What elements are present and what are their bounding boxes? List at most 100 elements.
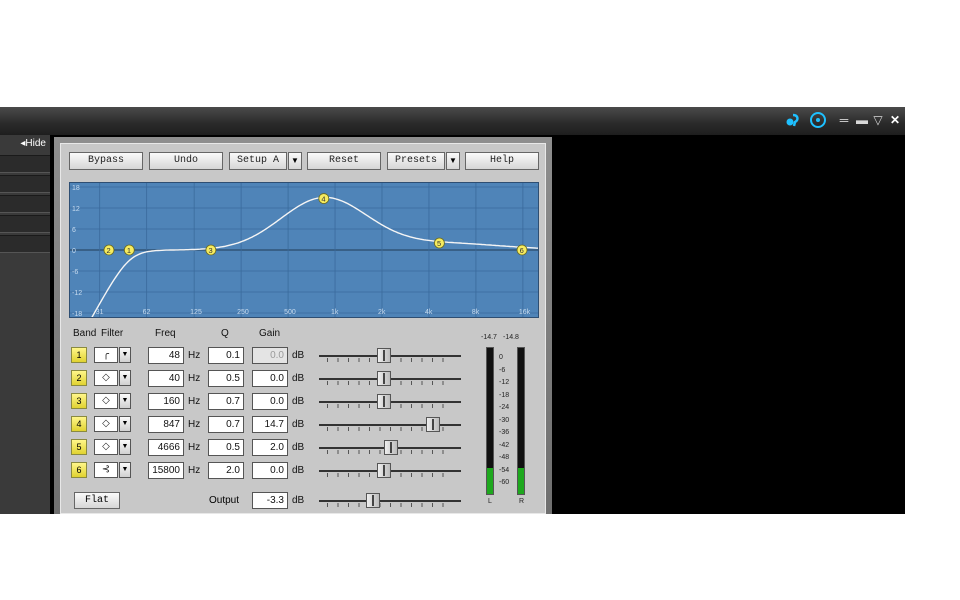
presets-dropdown-arrow[interactable]: ▼ bbox=[446, 152, 460, 170]
graph-x-tick: 2k bbox=[378, 309, 386, 316]
band-2-button[interactable]: 2 bbox=[71, 370, 87, 386]
band-5-freq-input[interactable]: 4666 bbox=[148, 439, 184, 456]
band-4-q-input[interactable]: 0.7 bbox=[208, 416, 244, 433]
band-3-freq-input[interactable]: 160 bbox=[148, 393, 184, 410]
band-5-q-input[interactable]: 0.5 bbox=[208, 439, 244, 456]
band-6-filter-dropdown[interactable]: ▼ bbox=[119, 462, 131, 478]
slider-thumb[interactable] bbox=[377, 348, 391, 363]
audio-logo-icon[interactable] bbox=[785, 112, 801, 128]
help-button[interactable]: Help bbox=[465, 152, 539, 170]
band-4-marker[interactable]: 4 bbox=[318, 193, 330, 204]
undo-button[interactable]: Undo bbox=[149, 152, 223, 170]
flat-button[interactable]: Flat bbox=[74, 492, 120, 509]
setup-select[interactable]: Setup A bbox=[229, 152, 287, 170]
band-4-button[interactable]: 4 bbox=[71, 416, 87, 432]
slider-thumb[interactable] bbox=[377, 463, 391, 478]
menu-icon[interactable]: ═ bbox=[836, 113, 852, 127]
band-4-filter-dropdown[interactable]: ▼ bbox=[119, 416, 131, 432]
setup-dropdown-arrow[interactable]: ▼ bbox=[288, 152, 302, 170]
band-6-gain-input[interactable]: 0.0 bbox=[252, 462, 288, 479]
band-4-filter-type[interactable]: ◇ bbox=[94, 416, 118, 432]
slider-thumb[interactable] bbox=[377, 394, 391, 409]
graph-y-tick: 12 bbox=[72, 206, 80, 213]
band-6-filter-type[interactable]: ⊰ bbox=[94, 462, 118, 478]
band-5-filter-dropdown[interactable]: ▼ bbox=[119, 439, 131, 455]
q-header: Q bbox=[221, 328, 229, 339]
minimize-icon[interactable]: ▬ bbox=[856, 113, 868, 127]
band-3-button[interactable]: 3 bbox=[71, 393, 87, 409]
meter-scale-tick: -6 bbox=[499, 366, 506, 374]
band-3-q-input[interactable]: 0.7 bbox=[208, 393, 244, 410]
close-icon[interactable]: ✕ bbox=[889, 113, 901, 127]
equalizer-panel: Bypass Undo Setup A ▼ Reset Presets ▼ He… bbox=[60, 143, 546, 514]
band-2-gain-input[interactable]: 0.0 bbox=[252, 370, 288, 387]
band-header: Band bbox=[73, 328, 97, 339]
meter-left bbox=[486, 347, 494, 495]
band-3-marker[interactable]: 3 bbox=[205, 244, 217, 256]
band-3-filter-dropdown[interactable]: ▼ bbox=[119, 393, 131, 409]
band-3-db-unit: dB bbox=[292, 396, 305, 407]
band-5-gain-slider[interactable] bbox=[319, 439, 461, 456]
band-2-marker[interactable]: 2 bbox=[103, 244, 115, 256]
band-2-hz-unit: Hz bbox=[188, 373, 201, 384]
slider-thumb[interactable] bbox=[366, 493, 380, 508]
presets-select[interactable]: Presets bbox=[387, 152, 445, 170]
band-6-marker[interactable]: 6 bbox=[516, 244, 528, 256]
band-5-gain-input[interactable]: 2.0 bbox=[252, 439, 288, 456]
slider-thumb[interactable] bbox=[377, 371, 391, 386]
band-2-filter-dropdown[interactable]: ▼ bbox=[119, 370, 131, 386]
slider-thumb[interactable] bbox=[426, 417, 440, 432]
sidebar-slot[interactable] bbox=[0, 175, 50, 193]
sidebar-slot[interactable] bbox=[0, 195, 50, 213]
band-1-filter-type[interactable]: ╭ bbox=[94, 347, 118, 363]
hide-button[interactable]: ◂Hide bbox=[0, 135, 50, 153]
eq-response-graph[interactable]: 123456 18 12 6 0 -6 -12 -18 31 62 125 250 500 1k 2k 4… bbox=[69, 182, 539, 318]
sidebar-slot[interactable] bbox=[0, 215, 50, 233]
band-6-gain-slider[interactable] bbox=[319, 462, 461, 479]
band-2-filter-type[interactable]: ◇ bbox=[94, 370, 118, 386]
svg-text:6: 6 bbox=[520, 246, 524, 255]
band-4-freq-input[interactable]: 847 bbox=[148, 416, 184, 433]
band-1-gain-slider[interactable] bbox=[319, 347, 461, 364]
band-5-filter-type[interactable]: ◇ bbox=[94, 439, 118, 455]
band-1-gain-input[interactable]: 0.0 bbox=[252, 347, 288, 364]
sidebar-slot[interactable] bbox=[0, 235, 50, 253]
band-1-q-input[interactable]: 0.1 bbox=[208, 347, 244, 364]
band-1-button[interactable]: 1 bbox=[71, 347, 87, 363]
graph-y-tick: -12 bbox=[72, 290, 82, 297]
band-4-gain-input[interactable]: 14.7 bbox=[252, 416, 288, 433]
dropdown-icon[interactable]: ▽ bbox=[872, 113, 884, 127]
band-2-freq-input[interactable]: 40 bbox=[148, 370, 184, 387]
band-3-gain-slider[interactable] bbox=[319, 393, 461, 410]
band-6-button[interactable]: 6 bbox=[71, 462, 87, 478]
power-icon[interactable] bbox=[810, 112, 826, 128]
band-5-db-unit: dB bbox=[292, 442, 305, 453]
band-2-q-input[interactable]: 0.5 bbox=[208, 370, 244, 387]
band-1-filter-dropdown[interactable]: ▼ bbox=[119, 347, 131, 363]
band-5-button[interactable]: 5 bbox=[71, 439, 87, 455]
meter-left-label: L bbox=[488, 498, 492, 505]
band-1-hz-unit: Hz bbox=[188, 350, 201, 361]
gain-header: Gain bbox=[259, 328, 281, 339]
bypass-button[interactable]: Bypass bbox=[69, 152, 143, 170]
band-4-gain-slider[interactable] bbox=[319, 416, 461, 433]
band-6-q-input[interactable]: 2.0 bbox=[208, 462, 244, 479]
reset-button[interactable]: Reset bbox=[307, 152, 381, 170]
band-2-gain-slider[interactable] bbox=[319, 370, 461, 387]
band-5-hz-unit: Hz bbox=[188, 442, 201, 453]
output-gain-input[interactable]: -3.3 bbox=[252, 492, 288, 509]
graph-x-tick: 250 bbox=[237, 309, 249, 316]
sidebar-slot[interactable] bbox=[0, 155, 50, 173]
band-6-freq-input[interactable]: 15800 bbox=[148, 462, 184, 479]
band-1-marker[interactable]: 1 bbox=[123, 244, 135, 256]
band-1-freq-input[interactable]: 48 bbox=[148, 347, 184, 364]
band-3-filter-type[interactable]: ◇ bbox=[94, 393, 118, 409]
peak-right-readout: -14.8 bbox=[503, 334, 519, 341]
graph-x-tick: 8k bbox=[472, 309, 480, 316]
output-gain-slider[interactable] bbox=[319, 492, 461, 509]
band-3-gain-input[interactable]: 0.0 bbox=[252, 393, 288, 410]
meter-right-label: R bbox=[519, 498, 525, 505]
meter-right bbox=[517, 347, 525, 495]
band-5-marker[interactable]: 5 bbox=[433, 237, 445, 249]
slider-thumb[interactable] bbox=[383, 440, 398, 455]
